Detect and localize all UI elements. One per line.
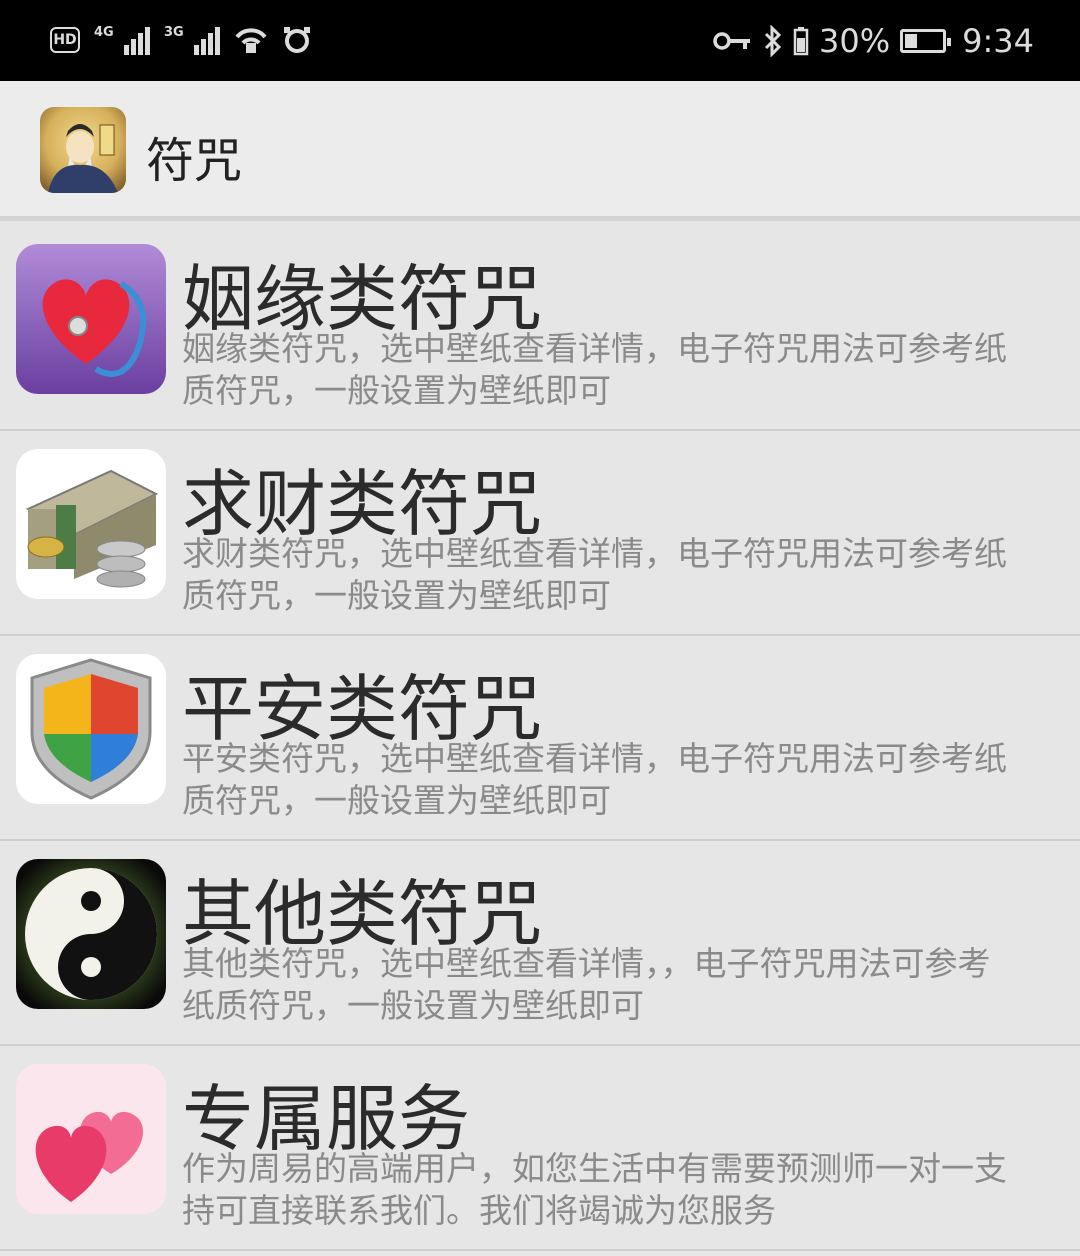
- item-description: 作为周易的高端用户，如您生活中有需要预测师一对一支 持可直接联系我们。我们将竭诚…: [182, 1149, 1007, 1230]
- item-description: 姻缘类符咒，选中壁纸查看详情，电子符咒用法可参考纸 质符咒，一般设置为壁纸即可: [182, 329, 1007, 410]
- signal-3g-icon: 3G: [164, 25, 220, 55]
- battery-percent: 30%: [819, 22, 891, 60]
- page-title: 符咒: [146, 133, 243, 189]
- status-right: 30% 9:34: [713, 20, 1034, 62]
- app-bar: 符咒: [0, 81, 1080, 221]
- wifi-lock-icon: [235, 28, 267, 53]
- list-item-other[interactable]: 其他类符咒 其他类符咒，选中壁纸查看详情，，电子符咒用法可参考 纸质符咒，一般设…: [0, 841, 1080, 1046]
- network-3g-label: 3G: [164, 25, 184, 40]
- status-bar: HD 4G 3G 30% 9:34: [0, 0, 1080, 81]
- key-icon: [713, 32, 751, 50]
- clock: 9:34: [962, 22, 1034, 60]
- app-logo-icon[interactable]: [40, 107, 126, 193]
- category-list: 姻缘类符咒 姻缘类符咒，选中壁纸查看详情，电子符咒用法可参考纸 质符咒，一般设置…: [0, 226, 1080, 1251]
- money-coins-icon: [16, 449, 166, 599]
- heart-stethoscope-icon: [16, 244, 166, 394]
- list-item-exclusive-service[interactable]: 专属服务 作为周易的高端用户，如您生活中有需要预测师一对一支 持可直接联系我们。…: [0, 1046, 1080, 1251]
- item-description: 平安类符咒，选中壁纸查看详情，电子符咒用法可参考纸 质符咒，一般设置为壁纸即可: [182, 739, 1007, 820]
- list-item-wealth[interactable]: 求财类符咒 求财类符咒，选中壁纸查看详情，电子符咒用法可参考纸 质符咒，一般设置…: [0, 431, 1080, 636]
- list-item-safety[interactable]: 平安类符咒 平安类符咒，选中壁纸查看详情，电子符咒用法可参考纸 质符咒，一般设置…: [0, 636, 1080, 841]
- yin-yang-icon: [16, 859, 166, 1009]
- hd-badge: HD: [50, 27, 80, 53]
- bluetooth-icon: [764, 25, 782, 57]
- list-item-marriage[interactable]: 姻缘类符咒 姻缘类符咒，选中壁纸查看详情，电子符咒用法可参考纸 质符咒，一般设置…: [0, 226, 1080, 431]
- alarm-icon: [284, 27, 310, 53]
- status-left: HD 4G 3G: [50, 20, 312, 60]
- shield-icon: [16, 654, 166, 804]
- signal-4g-icon: 4G: [94, 25, 150, 55]
- two-hearts-icon: [16, 1064, 166, 1214]
- network-4g-label: 4G: [94, 25, 114, 40]
- item-description: 求财类符咒，选中壁纸查看详情，电子符咒用法可参考纸 质符咒，一般设置为壁纸即可: [182, 534, 1007, 615]
- item-description: 其他类符咒，选中壁纸查看详情，，电子符咒用法可参考 纸质符咒，一般设置为壁纸即可: [182, 944, 991, 1025]
- battery-small-icon: [793, 27, 809, 56]
- battery-charging-icon: [900, 29, 952, 53]
